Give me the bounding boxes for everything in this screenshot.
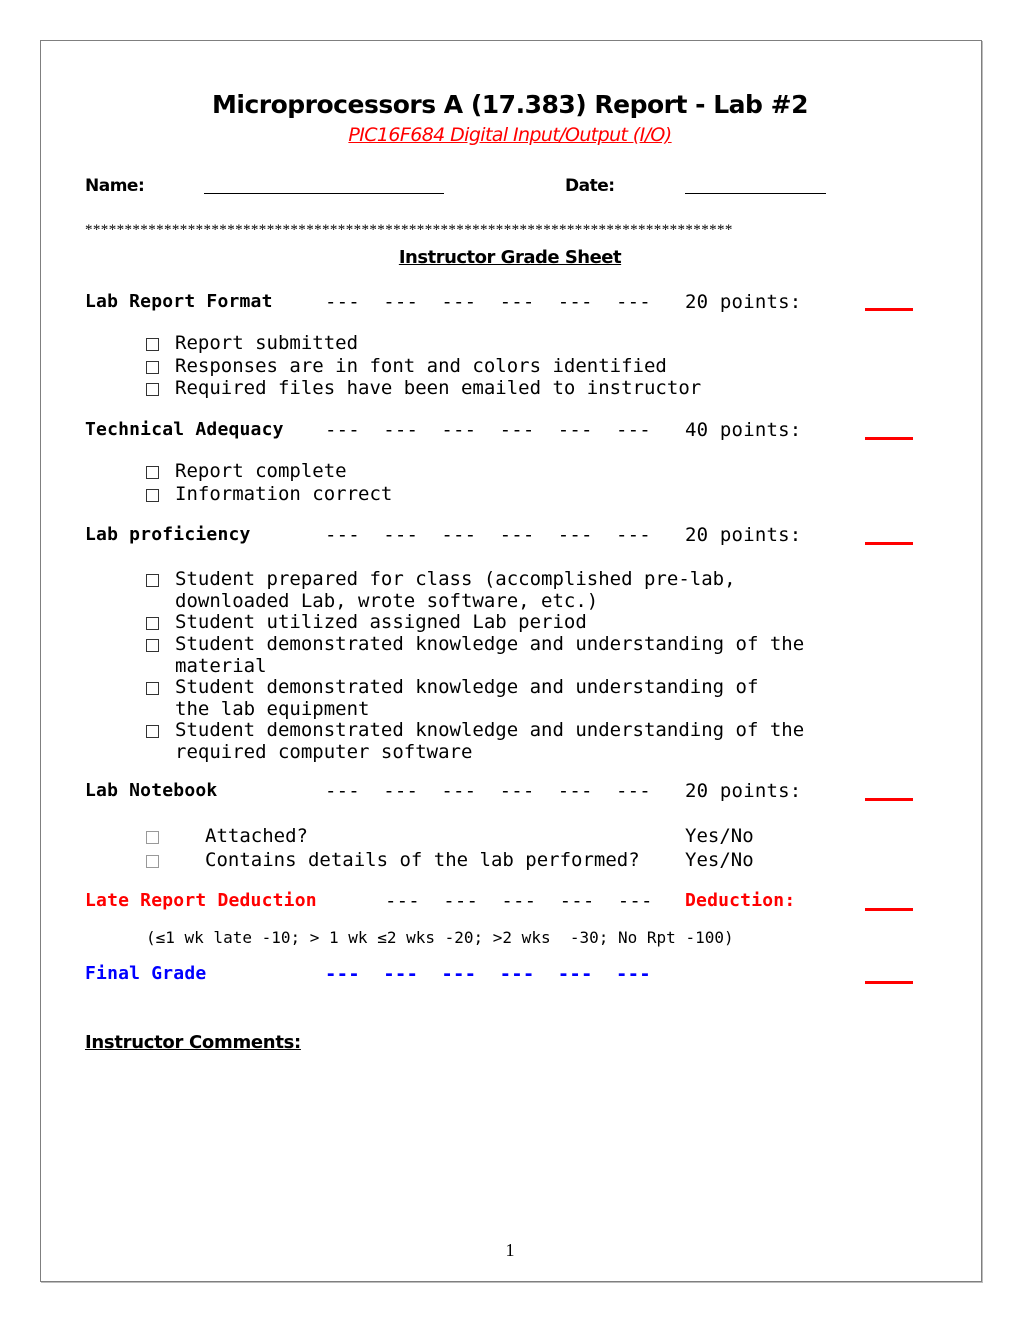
- score-blank-lab-proficiency[interactable]: [865, 542, 913, 545]
- checkbox-report-submitted[interactable]: [146, 338, 159, 351]
- score-blank-lab-report-format[interactable]: [865, 308, 913, 311]
- checklist-item: Report submitted: [175, 332, 359, 354]
- notebook-answer: Yes/No: [685, 849, 754, 871]
- checklist-item: Student prepared for class (accomplished…: [175, 568, 736, 590]
- section-label-lab-notebook: Lab Notebook: [85, 780, 218, 801]
- section-dashes: --- --- --- --- --- ---: [325, 291, 651, 313]
- checklist-item: Required files have been emailed to inst…: [175, 377, 702, 399]
- section-dashes: --- --- --- --- --- ---: [325, 419, 651, 441]
- section-points: 20 points:: [685, 780, 802, 802]
- score-blank-technical-adequacy[interactable]: [865, 437, 913, 440]
- section-label-lab-proficiency: Lab proficiency: [85, 524, 251, 545]
- separator-line: ****************************************…: [85, 222, 733, 238]
- checklist-item: Student demonstrated knowledge and under…: [175, 719, 805, 741]
- section-points: 20 points:: [685, 291, 802, 313]
- final-grade-dashes: --- --- --- --- --- ---: [325, 963, 651, 985]
- deduction-label: Deduction:: [685, 890, 796, 911]
- instructor-comments-label: Instructor Comments:: [85, 1032, 301, 1053]
- checklist-item: Student utilized assigned Lab period: [175, 611, 587, 633]
- checkbox-student-prepared[interactable]: [146, 574, 159, 587]
- date-field[interactable]: [685, 193, 826, 194]
- section-label-lab-report-format: Lab Report Format: [85, 291, 273, 312]
- checklist-item: Information correct: [175, 483, 393, 505]
- score-blank-final-grade[interactable]: [865, 981, 913, 984]
- checklist-item-continuation: required computer software: [175, 741, 473, 763]
- checklist-item: Report complete: [175, 460, 347, 482]
- section-dashes: --- --- --- --- --- ---: [325, 780, 651, 802]
- document-subtitle: PIC16F684 Digital Input/Output (I/O): [348, 124, 672, 146]
- checkbox-report-complete[interactable]: [146, 466, 159, 479]
- checklist-item-continuation: material: [175, 655, 267, 677]
- checkbox-required-files-emailed[interactable]: [146, 383, 159, 396]
- notebook-question: Attached?: [205, 825, 308, 847]
- checklist-item: Student demonstrated knowledge and under…: [175, 676, 759, 698]
- checkbox-responses-font-colors[interactable]: [146, 361, 159, 374]
- name-field[interactable]: [204, 193, 444, 194]
- checkbox-student-utilized-lab-period[interactable]: [146, 617, 159, 630]
- checklist-item-continuation: downloaded Lab, wrote software, etc.): [175, 590, 599, 612]
- checkbox-knowledge-material[interactable]: [146, 639, 159, 652]
- checkbox-notebook-attached[interactable]: [146, 831, 159, 844]
- checklist-item: Student demonstrated knowledge and under…: [175, 633, 805, 655]
- page-number: 1: [505, 1240, 515, 1260]
- name-label: Name:: [85, 176, 145, 196]
- score-blank-lab-notebook[interactable]: [865, 798, 913, 801]
- checkbox-notebook-details[interactable]: [146, 855, 159, 868]
- section-points: 40 points:: [685, 419, 802, 441]
- checklist-item: Responses are in font and colors identif…: [175, 355, 667, 377]
- checkbox-knowledge-software[interactable]: [146, 725, 159, 738]
- final-grade-label: Final Grade: [85, 963, 207, 984]
- document-title: Microprocessors A (17.383) Report - Lab …: [212, 90, 808, 119]
- notebook-question: Contains details of the lab performed?: [205, 849, 640, 871]
- checklist-item-continuation: the lab equipment: [175, 698, 370, 720]
- section-dashes: --- --- --- --- --- ---: [325, 524, 651, 546]
- score-blank-late-deduction[interactable]: [865, 908, 913, 911]
- late-deduction-note: (≤1 wk late -10; > 1 wk ≤2 wks -20; >2 w…: [146, 928, 734, 947]
- date-label: Date:: [565, 176, 615, 196]
- notebook-answer: Yes/No: [685, 825, 754, 847]
- late-dashes: --- --- --- --- ---: [385, 890, 653, 912]
- section-label-technical-adequacy: Technical Adequacy: [85, 419, 284, 440]
- checkbox-knowledge-lab-equipment[interactable]: [146, 682, 159, 695]
- grade-sheet-title: Instructor Grade Sheet: [398, 247, 622, 268]
- checkbox-information-correct[interactable]: [146, 489, 159, 502]
- late-deduction-label: Late Report Deduction: [85, 890, 317, 911]
- section-points: 20 points:: [685, 524, 802, 546]
